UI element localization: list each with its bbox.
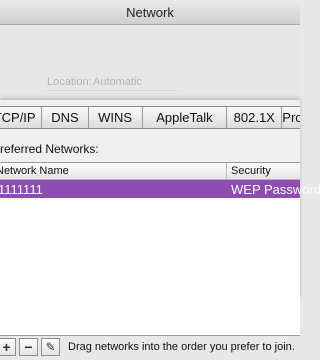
tab-tcpip[interactable]: TCP/IP — [0, 107, 43, 128]
tab-tcpip-label: TCP/IP — [0, 110, 36, 125]
column-network-name[interactable]: Network Name — [0, 165, 69, 177]
column-divider — [226, 163, 227, 179]
preferred-networks-label: Preferred Networks: — [0, 142, 99, 156]
tab-proxies-label: Proxies — [282, 110, 300, 125]
tab-dns-label: DNS — [51, 110, 79, 125]
tab-8021x-label: 802.1X — [233, 110, 275, 125]
edit-network-button[interactable]: ✎ — [41, 338, 60, 356]
network-name-cell: 1111111 — [0, 182, 43, 197]
preferred-networks-table[interactable]: Network Name Security 1111111 WEP Passwo… — [0, 162, 320, 336]
location-value: Automatic — [93, 76, 142, 88]
tab-wins-label: WINS — [98, 110, 133, 125]
tab-appletalk[interactable]: AppleTalk — [143, 107, 228, 128]
tab-wins[interactable]: WINS — [89, 107, 143, 128]
remove-network-button[interactable]: − — [19, 338, 38, 356]
network-list-toolbar: + − ✎ Drag networks into the order you p… — [0, 338, 300, 360]
add-network-button[interactable]: + — [0, 338, 16, 356]
tab-appletalk-label: AppleTalk — [156, 110, 213, 125]
window-title: Network — [126, 5, 174, 20]
location-popup: Location: Automatic — [47, 76, 177, 91]
table-header: Network Name Security — [0, 163, 300, 180]
location-label: Location: — [47, 76, 92, 88]
tab-proxies[interactable]: Proxies — [282, 107, 300, 128]
window-titlebar: Network — [0, 0, 300, 25]
pencil-icon: ✎ — [45, 340, 56, 354]
advanced-sheet: TCP/IP DNS WINS AppleTalk 802.1X Proxies… — [0, 100, 320, 356]
tab-bar: TCP/IP DNS WINS AppleTalk 802.1X Proxies — [0, 106, 300, 129]
drag-hint-text: Drag networks into the order you prefer … — [68, 341, 295, 353]
tab-8021x[interactable]: 802.1X — [227, 107, 283, 128]
table-row[interactable]: 1111111 WEP Password — [0, 180, 320, 198]
tab-dns[interactable]: DNS — [42, 107, 89, 128]
column-security[interactable]: Security — [231, 165, 271, 177]
security-cell: WEP Password — [231, 182, 320, 197]
